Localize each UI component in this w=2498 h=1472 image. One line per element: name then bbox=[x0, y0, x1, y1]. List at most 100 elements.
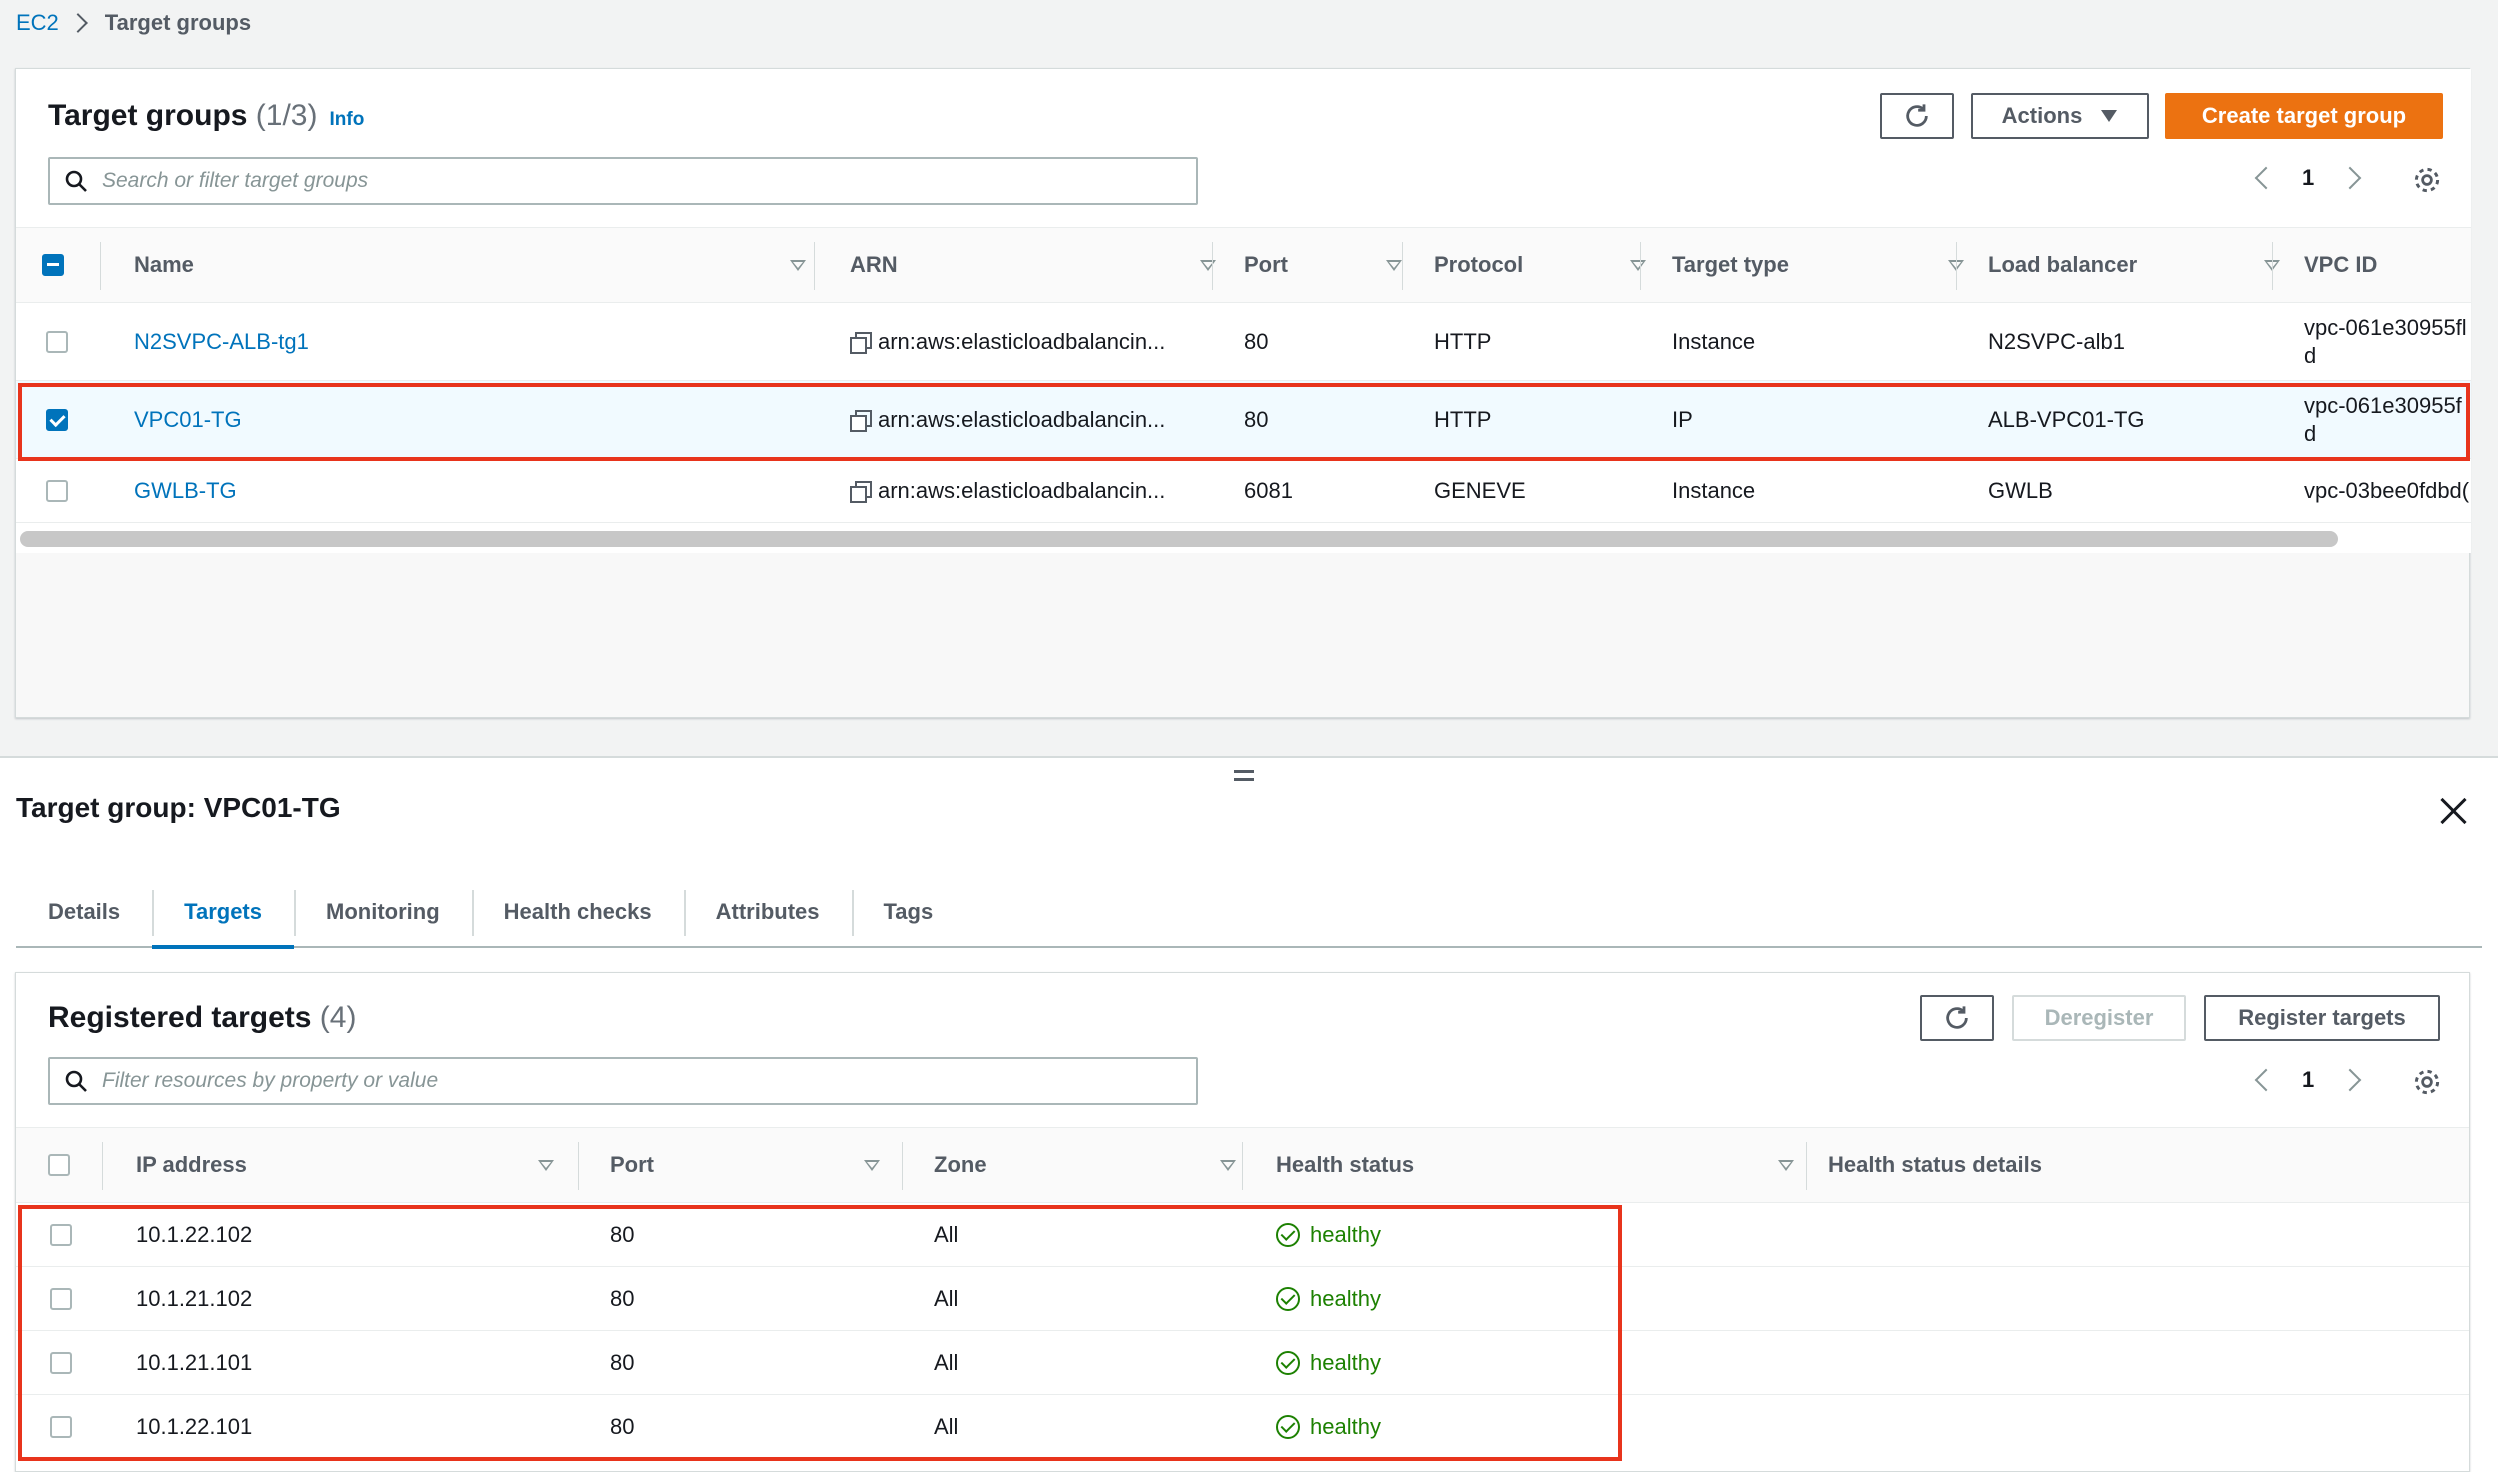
tab-details[interactable]: Details bbox=[16, 878, 152, 946]
page-number[interactable]: 1 bbox=[2302, 165, 2314, 191]
sort-icon bbox=[790, 259, 806, 271]
column-header-protocol[interactable]: Protocol bbox=[1434, 228, 1670, 302]
sort-icon bbox=[864, 1159, 880, 1171]
column-header-port[interactable]: Port bbox=[610, 1128, 904, 1202]
column-header-health-status[interactable]: Health status bbox=[1276, 1128, 1818, 1202]
sort-icon bbox=[1200, 259, 1216, 271]
table-row[interactable]: N2SVPC-ALB-tg1 arn:aws:elasticloadbalanc… bbox=[16, 303, 2471, 381]
page-number[interactable]: 1 bbox=[2302, 1067, 2314, 1093]
select-all-checkbox[interactable] bbox=[42, 254, 64, 276]
refresh-button[interactable] bbox=[1880, 93, 1954, 139]
column-header-ip-address[interactable]: IP address bbox=[136, 1128, 578, 1202]
registered-targets-panel: Registered targets (4) Deregister Regist… bbox=[15, 972, 2470, 1472]
horizontal-scrollbar[interactable] bbox=[20, 531, 2338, 547]
caret-down-icon bbox=[2101, 110, 2118, 122]
breadcrumb-ec2-link[interactable]: EC2 bbox=[16, 10, 59, 36]
refresh-icon bbox=[1946, 1006, 1968, 1029]
target-groups-table-area: Target groups (1/3) Info Actions Create … bbox=[16, 69, 2471, 553]
pagination: 1 bbox=[2254, 165, 2362, 191]
targets-pagination: 1 bbox=[2254, 1067, 2362, 1093]
tab-attributes[interactable]: Attributes bbox=[683, 878, 852, 946]
info-link[interactable]: Info bbox=[329, 109, 364, 131]
target-groups-search[interactable] bbox=[48, 157, 1198, 205]
targets-table-header: IP address Port Zone Health status Healt… bbox=[16, 1127, 2469, 1203]
target-group-name-link[interactable]: GWLB-TG bbox=[134, 459, 237, 522]
breadcrumb: EC2 Target groups bbox=[16, 10, 251, 36]
tab-monitoring[interactable]: Monitoring bbox=[294, 878, 472, 946]
refresh-icon bbox=[1906, 104, 1928, 127]
column-header-arn[interactable]: ARN bbox=[850, 228, 1240, 302]
detail-title: Target group: VPC01-TG bbox=[16, 792, 341, 823]
resize-handle[interactable] bbox=[1234, 770, 1254, 786]
column-divider bbox=[814, 242, 815, 290]
column-header-zone[interactable]: Zone bbox=[934, 1128, 1260, 1202]
sort-icon bbox=[1386, 259, 1402, 271]
search-input[interactable] bbox=[102, 169, 1121, 193]
targets-count: (4) bbox=[319, 1001, 357, 1034]
column-header-target-type[interactable]: Target type bbox=[1672, 228, 1988, 302]
load-balancer-cell: N2SVPC-alb1 bbox=[1988, 328, 2125, 354]
page-title: Target groups (1/3) bbox=[48, 99, 318, 132]
gear-icon[interactable] bbox=[2412, 1067, 2442, 1097]
vpc-id-cell: vpc-061e30955fl d bbox=[2304, 314, 2467, 368]
target-groups-header: Target groups (1/3) Info bbox=[48, 99, 364, 133]
column-divider bbox=[1402, 242, 1403, 290]
column-divider bbox=[1640, 242, 1641, 290]
deregister-button[interactable]: Deregister bbox=[2012, 995, 2186, 1041]
target-group-name-link[interactable]: N2SVPC-ALB-tg1 bbox=[134, 303, 309, 380]
column-divider bbox=[578, 1142, 579, 1190]
chevron-left-icon[interactable] bbox=[2254, 166, 2278, 190]
sort-icon bbox=[1220, 1159, 1236, 1171]
chevron-right-icon[interactable] bbox=[2338, 166, 2362, 190]
targets-filter[interactable] bbox=[48, 1057, 1198, 1105]
selection-count: (1/3) bbox=[255, 99, 318, 132]
search-icon bbox=[65, 1070, 87, 1092]
protocol-cell: HTTP bbox=[1434, 328, 1492, 354]
arn-cell: arn:aws:elasticloadbalancin... bbox=[850, 459, 1165, 522]
column-divider bbox=[102, 1142, 103, 1190]
highlight-targets-rows bbox=[18, 1205, 1622, 1461]
column-divider bbox=[1212, 242, 1213, 290]
column-divider bbox=[1806, 1142, 1807, 1190]
copy-icon[interactable] bbox=[850, 331, 872, 354]
select-all-checkbox[interactable] bbox=[48, 1154, 70, 1176]
column-header-vpc-id[interactable]: VPC ID bbox=[2304, 228, 2377, 302]
actions-dropdown[interactable]: Actions bbox=[1971, 93, 2149, 139]
close-icon[interactable] bbox=[2438, 796, 2468, 826]
protocol-cell: GENEVE bbox=[1434, 477, 1526, 503]
filter-input[interactable] bbox=[102, 1069, 1121, 1093]
column-header-health-details[interactable]: Health status details bbox=[1828, 1128, 2042, 1202]
sort-icon bbox=[1630, 259, 1646, 271]
row-checkbox[interactable] bbox=[46, 479, 68, 502]
search-icon bbox=[65, 170, 87, 192]
load-balancer-cell: GWLB bbox=[1988, 477, 2053, 503]
chevron-left-icon[interactable] bbox=[2254, 1068, 2278, 1092]
create-target-group-button[interactable]: Create target group bbox=[2165, 93, 2443, 139]
tab-targets[interactable]: Targets bbox=[152, 878, 294, 949]
row-checkbox[interactable] bbox=[46, 330, 68, 353]
select-all-cell bbox=[42, 228, 64, 302]
register-targets-button[interactable]: Register targets bbox=[2204, 995, 2440, 1041]
tab-health-checks[interactable]: Health checks bbox=[471, 878, 684, 946]
vpc-id-cell: vpc-03bee0fdbd( bbox=[2304, 477, 2470, 503]
select-all-cell bbox=[48, 1128, 70, 1202]
arn-cell: arn:aws:elasticloadbalancin... bbox=[850, 303, 1165, 380]
highlight-selected-row bbox=[18, 383, 2470, 461]
refresh-targets-button[interactable] bbox=[1920, 995, 1994, 1041]
column-header-load-balancer[interactable]: Load balancer bbox=[1988, 228, 2304, 302]
port-cell: 6081 bbox=[1244, 477, 1293, 503]
sort-icon bbox=[1778, 1159, 1794, 1171]
gear-icon[interactable] bbox=[2412, 165, 2442, 195]
target-type-cell: Instance bbox=[1672, 328, 1756, 354]
target-groups-table-header: Name ARN Port Protocol Target type Load … bbox=[16, 227, 2471, 303]
chevron-right-icon[interactable] bbox=[2338, 1068, 2362, 1092]
table-row[interactable]: GWLB-TG arn:aws:elasticloadbalancin... 6… bbox=[16, 459, 2471, 523]
column-header-name[interactable]: Name bbox=[134, 228, 830, 302]
detail-split-panel: Target group: VPC01-TG Details Targets M… bbox=[0, 756, 2498, 1472]
target-groups-panel: Target groups (1/3) Info Actions Create … bbox=[15, 68, 2471, 718]
copy-icon[interactable] bbox=[850, 480, 872, 503]
tab-tags[interactable]: Tags bbox=[851, 878, 966, 946]
column-header-port[interactable]: Port bbox=[1244, 228, 1426, 302]
column-divider bbox=[2272, 242, 2273, 290]
detail-tabs: Details Targets Monitoring Health checks… bbox=[16, 878, 2482, 949]
